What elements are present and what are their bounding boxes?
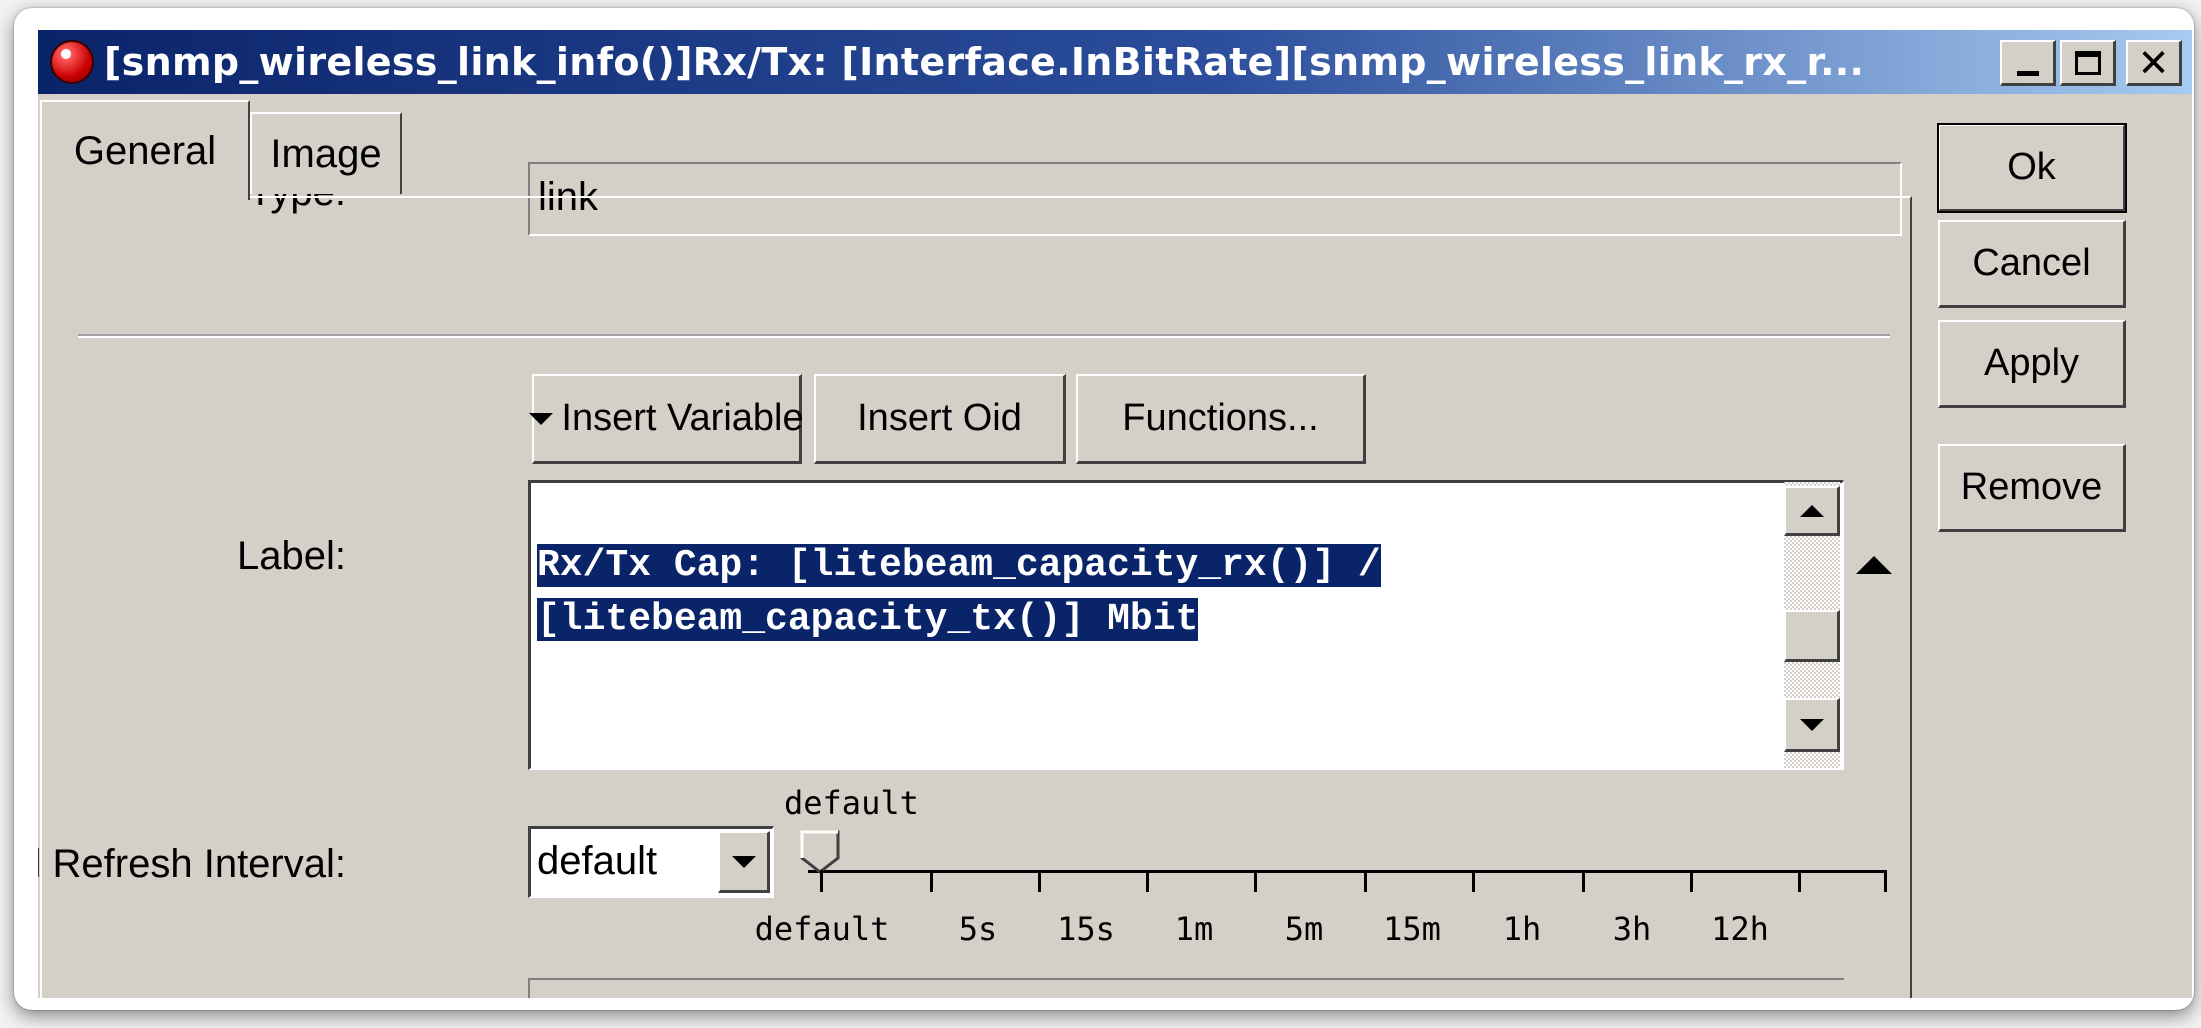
close-icon: ✕ <box>2137 40 2170 85</box>
tab-image-label: Image <box>270 131 382 176</box>
window-title: [snmp_wireless_link_info()]Rx/Tx: [Inter… <box>104 40 1865 84</box>
app-icon[interactable] <box>50 40 94 84</box>
title-bar[interactable]: [snmp_wireless_link_info()]Rx/Tx: [Inter… <box>38 30 2192 94</box>
ok-button[interactable]: Ok <box>1937 123 2127 213</box>
tab-image[interactable]: Image <box>250 112 402 194</box>
maximize-button[interactable] <box>2060 40 2116 86</box>
general-panel <box>40 196 1912 998</box>
maximize-icon <box>2074 50 2101 75</box>
tab-general-label: General <box>73 128 217 173</box>
apply-button[interactable]: Apply <box>1938 320 2126 408</box>
apply-label: Apply <box>1983 342 2080 384</box>
minimize-button[interactable] <box>2000 40 2056 86</box>
close-button[interactable]: ✕ <box>2126 40 2182 86</box>
cancel-label: Cancel <box>1972 242 2091 284</box>
ok-label: Ok <box>2007 146 2056 188</box>
dialog-window: [snmp_wireless_link_info()]Rx/Tx: [Inter… <box>38 30 2192 998</box>
cancel-button[interactable]: Cancel <box>1938 220 2126 308</box>
screenshot-frame: [snmp_wireless_link_info()]Rx/Tx: [Inter… <box>14 8 2194 1010</box>
tab-general[interactable]: General <box>40 100 250 200</box>
minimize-icon <box>2016 71 2039 76</box>
remove-button[interactable]: Remove <box>1938 444 2126 532</box>
remove-label: Remove <box>1960 466 2103 508</box>
